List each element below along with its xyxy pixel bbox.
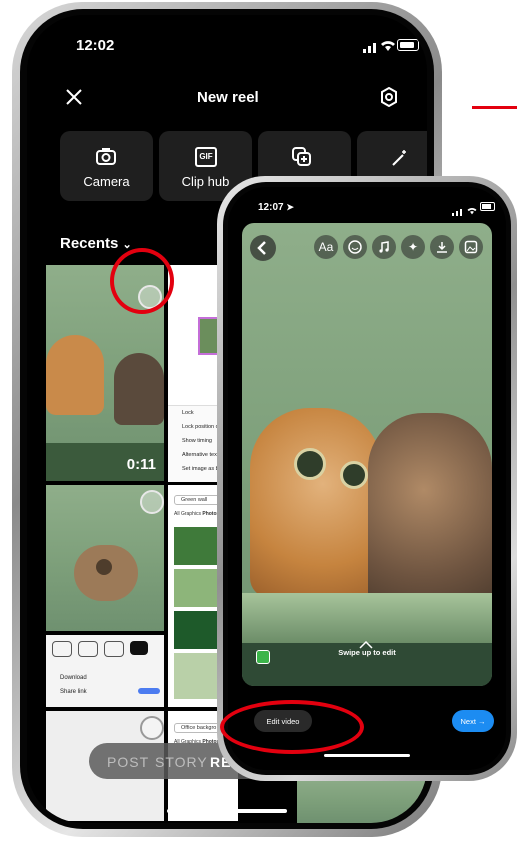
menu-item-show-timing: Show timing xyxy=(182,438,212,444)
share-icons-row xyxy=(52,641,160,663)
share-sheet-thumb[interactable]: Download Share link xyxy=(46,635,164,707)
menu-item-alt-text: Alternative text xyxy=(182,452,219,458)
effects-tool-button[interactable]: ✦ xyxy=(401,235,425,259)
front-status-time: 12:07 ➤ xyxy=(258,202,294,213)
next-label: Next → xyxy=(460,716,486,726)
mode-tab-post[interactable]: POST xyxy=(107,754,149,770)
brand-template-icon xyxy=(78,641,98,657)
recents-dropdown[interactable]: Recents ⌄ xyxy=(60,235,132,252)
mode-tab-story[interactable]: STORY xyxy=(155,754,208,770)
play-icon xyxy=(96,559,112,575)
cat-orange-large xyxy=(250,408,382,598)
battery-icon xyxy=(397,39,419,51)
chevron-left-icon xyxy=(257,241,266,255)
select-circle-2[interactable] xyxy=(140,490,164,514)
invite-icon xyxy=(52,641,72,657)
location-arrow-icon: ➤ xyxy=(286,202,294,212)
download-item: Download xyxy=(60,675,87,681)
back-button[interactable] xyxy=(250,235,276,261)
gallery-thumb-icon[interactable] xyxy=(256,650,270,664)
menu-item-lock: Lock xyxy=(182,410,194,416)
filter-graphics: Graphics xyxy=(180,511,201,517)
annotation-line xyxy=(472,106,517,109)
front-phone-screen: 12:07 ➤ Aa ✦ Swipe up to edit Edit video… xyxy=(228,187,506,770)
magic-wand-icon xyxy=(391,149,409,172)
share-link-item: Share link xyxy=(60,689,87,695)
download-icon xyxy=(437,242,447,253)
next-button[interactable]: Next → xyxy=(452,710,494,732)
close-icon[interactable] xyxy=(65,88,83,111)
camera-icon xyxy=(96,147,116,170)
add-clip-icon xyxy=(292,147,312,172)
camera-tile[interactable]: Camera xyxy=(60,131,153,201)
video-duration: 0:11 xyxy=(126,456,156,473)
download-tool-button[interactable] xyxy=(430,235,454,259)
sparkles-icon: ✦ xyxy=(407,240,419,254)
front-battery-icon xyxy=(480,202,495,211)
front-home-indicator xyxy=(324,754,410,757)
cat-tabby-image xyxy=(114,353,164,425)
front-wifi-icon xyxy=(466,202,478,220)
music-tool-button[interactable] xyxy=(372,235,396,259)
video-thumb-2[interactable] xyxy=(46,485,164,631)
story-canvas: Aa ✦ Swipe up to edit xyxy=(242,223,492,686)
page-title: New reel xyxy=(197,89,259,106)
filter-all: All xyxy=(174,511,180,517)
wifi-icon xyxy=(379,38,397,57)
public-link-icon xyxy=(104,641,124,657)
settings-icon[interactable] xyxy=(379,86,399,112)
video-thumb-3[interactable] xyxy=(297,775,427,823)
annotation-circle-select xyxy=(110,248,174,314)
annotation-ellipse-edit xyxy=(220,700,364,754)
sticker-icon xyxy=(348,240,362,254)
filter-row: All Graphics Photos xyxy=(174,511,219,517)
cat-orange-image xyxy=(46,335,104,415)
gif-icon: GIF xyxy=(195,147,217,167)
music-note-icon xyxy=(379,241,389,253)
front-time-text: 12:07 xyxy=(258,202,284,213)
home-indicator xyxy=(167,809,287,813)
text-tool-label: Aa xyxy=(318,240,334,254)
cat-orange-eye-right xyxy=(340,461,368,489)
upgrade-pill xyxy=(138,688,160,694)
front-signal-icon xyxy=(452,203,464,221)
camera-tile-label: Camera xyxy=(83,174,130,189)
recents-label: Recents xyxy=(60,235,119,252)
search-text: Green wall xyxy=(181,497,208,503)
sticker-tool-button[interactable] xyxy=(343,235,367,259)
text-tool-button[interactable]: Aa xyxy=(314,235,338,259)
status-time: 12:02 xyxy=(76,37,115,54)
image-tool-button[interactable] xyxy=(459,235,483,259)
search-text-2: Office backgro xyxy=(181,725,217,731)
select-circle-3[interactable] xyxy=(140,716,164,740)
image-icon xyxy=(464,240,478,254)
swipe-up-label[interactable]: Swipe up to edit xyxy=(242,648,492,657)
tiktok-icon xyxy=(130,641,148,655)
cat-orange-eye-left xyxy=(294,448,326,480)
